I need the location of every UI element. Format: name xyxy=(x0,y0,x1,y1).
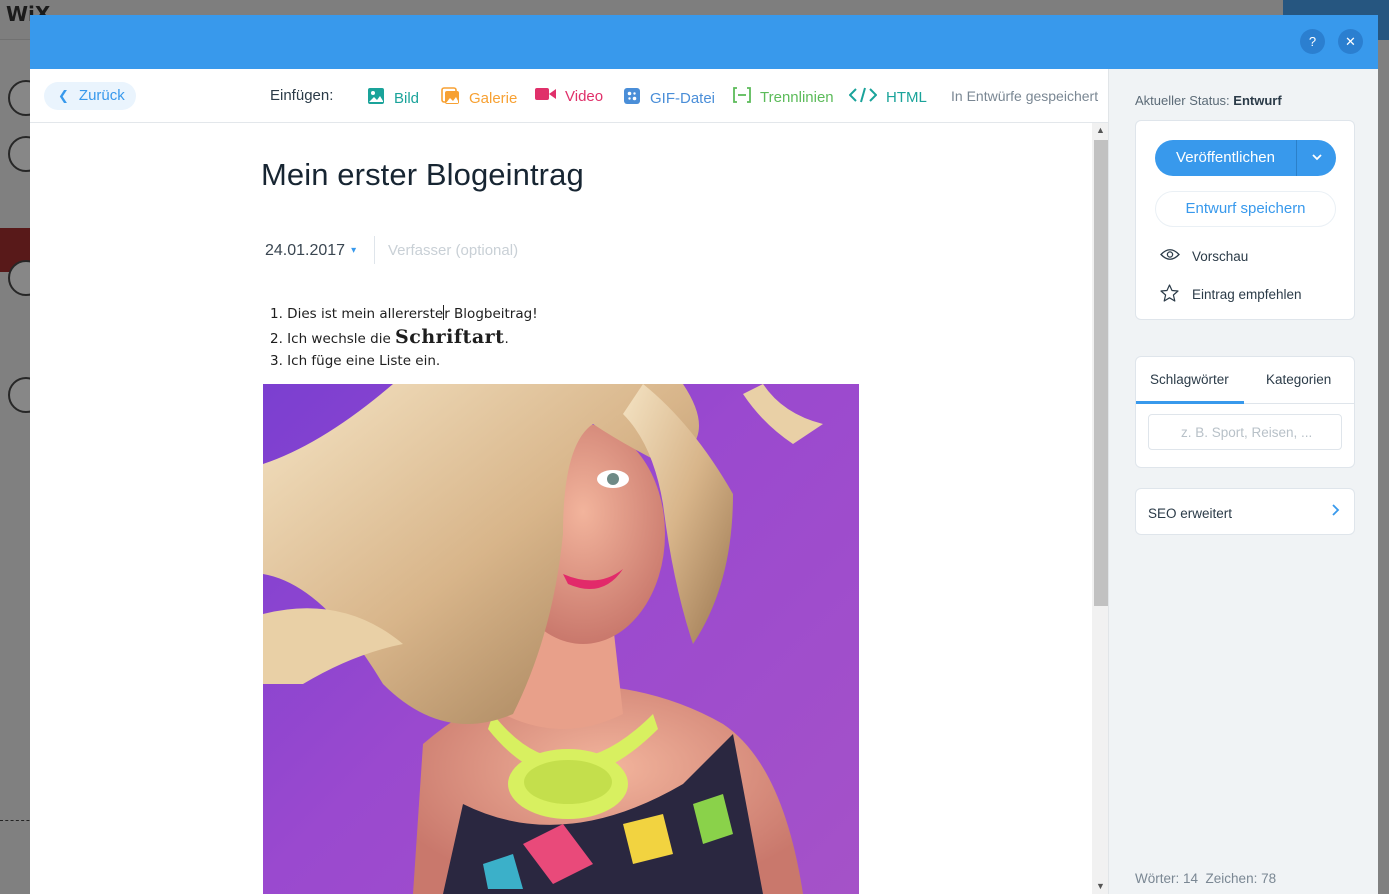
publish-button-group: Veröffentlichen xyxy=(1155,140,1336,176)
date-picker[interactable]: 24.01.2017 ▾ xyxy=(265,242,356,260)
insert-image-label: Bild xyxy=(394,89,420,107)
status-label: Aktueller Status: xyxy=(1135,93,1230,108)
insert-toolbar: ❮ Zurück Einfügen: Bild Galerie Video GIF… xyxy=(30,69,1108,123)
list-item-text: Ich füge eine Liste ein. xyxy=(287,353,441,369)
scrollbar-thumb[interactable] xyxy=(1094,140,1108,606)
post-image[interactable] xyxy=(263,384,859,894)
words-count: Wörter: 14 xyxy=(1135,871,1199,886)
status-value: Entwurf xyxy=(1233,93,1282,108)
post-status: Aktueller Status: Entwurf xyxy=(1135,93,1282,108)
code-icon xyxy=(848,87,878,107)
insert-divider-label: Trennlinien xyxy=(760,88,834,106)
list-item: 2. Ich wechsle die Schriftart. xyxy=(270,325,509,348)
star-icon xyxy=(1160,284,1192,305)
publish-button[interactable]: Veröffentlichen xyxy=(1155,140,1296,176)
insert-label: Einfügen: xyxy=(270,87,334,104)
preview-link[interactable]: Vorschau xyxy=(1160,248,1248,264)
preview-label: Vorschau xyxy=(1192,248,1249,264)
insert-video-button[interactable]: Video xyxy=(535,87,603,105)
meta-divider xyxy=(374,236,375,264)
taxonomy-card: Schlagwörter Kategorien xyxy=(1135,356,1355,468)
divider-icon xyxy=(733,87,751,107)
list-item: 1. Dies ist mein allererster Blogbeitrag… xyxy=(270,305,538,322)
post-title[interactable]: Mein erster Blogeintrag xyxy=(261,157,584,193)
gif-icon xyxy=(623,87,641,109)
eye-icon xyxy=(1160,248,1192,264)
chevron-down-icon xyxy=(1311,152,1322,164)
blog-post-editor-modal: ? ✕ ❮ Zurück Einfügen: Bild Galerie Video… xyxy=(30,15,1378,894)
insert-html-button[interactable]: HTML xyxy=(848,87,927,107)
taxonomy-tabs: Schlagwörter Kategorien xyxy=(1136,357,1354,404)
tab-tags[interactable]: Schlagwörter xyxy=(1150,372,1229,387)
list-item: 3. Ich füge eine Liste ein. xyxy=(270,353,441,369)
video-icon xyxy=(535,87,556,105)
seo-label: SEO erweitert xyxy=(1148,506,1233,521)
post-date: 24.01.2017 xyxy=(265,242,346,259)
list-item-text: Ich wechsle die xyxy=(287,330,396,347)
post-editor: Mein erster Blogeintrag 24.01.2017 ▾ 1. D… xyxy=(30,123,1092,894)
chevron-down-icon: ▾ xyxy=(351,245,357,257)
word-count: Wörter: 14 Zeichen: 78 xyxy=(1135,871,1276,886)
modal-header: ? ✕ xyxy=(30,15,1378,69)
decorative-font-text: Schriftart xyxy=(395,325,505,348)
author-input[interactable] xyxy=(388,233,688,267)
back-button[interactable]: ❮ Zurück xyxy=(44,82,136,110)
insert-gif-label: GIF-Datei xyxy=(650,89,716,107)
editor-scrollbar[interactable]: ▲ ▼ xyxy=(1092,123,1108,894)
publish-card: Veröffentlichen Entwurf speichern Vorsch… xyxy=(1135,120,1355,320)
list-item-text: Dies ist mein allererste xyxy=(287,306,444,322)
portrait-photo xyxy=(263,384,823,894)
image-icon xyxy=(367,87,385,109)
scroll-up-icon[interactable]: ▲ xyxy=(1096,125,1105,135)
insert-gallery-label: Galerie xyxy=(469,89,518,107)
seo-card[interactable]: SEO erweitert xyxy=(1135,488,1355,535)
publish-options-button[interactable] xyxy=(1297,140,1336,176)
list-item-text: . xyxy=(504,330,509,347)
save-draft-button[interactable]: Entwurf speichern xyxy=(1155,191,1336,227)
chevron-left-icon: ❮ xyxy=(58,88,69,103)
settings-panel: Aktueller Status: Entwurf Veröffentliche… xyxy=(1108,69,1378,894)
help-button[interactable]: ? xyxy=(1300,29,1325,54)
recommend-link[interactable]: Eintrag empfehlen xyxy=(1160,284,1302,305)
active-tab-indicator xyxy=(1136,401,1244,404)
tags-input[interactable] xyxy=(1148,414,1342,450)
insert-divider-button[interactable]: Trennlinien xyxy=(733,87,834,107)
back-label: Zurück xyxy=(78,87,125,104)
insert-gif-button[interactable]: GIF-Datei xyxy=(623,87,715,109)
insert-video-label: Video xyxy=(565,87,604,105)
chars-count: Zeichen: 78 xyxy=(1205,871,1277,886)
insert-gallery-button[interactable]: Galerie xyxy=(441,87,517,109)
scroll-down-icon[interactable]: ▼ xyxy=(1096,881,1105,891)
chevron-right-icon xyxy=(1332,503,1340,519)
insert-html-label: HTML xyxy=(886,88,927,106)
list-item-text: r Blogbeitrag! xyxy=(444,306,538,322)
insert-image-button[interactable]: Bild xyxy=(367,87,419,109)
recommend-label: Eintrag empfehlen xyxy=(1192,287,1302,302)
gallery-icon xyxy=(441,87,460,109)
saved-status: In Entwürfe gespeichert xyxy=(951,88,1099,104)
close-button[interactable]: ✕ xyxy=(1338,29,1363,54)
tab-categories[interactable]: Kategorien xyxy=(1266,372,1331,387)
post-body-list[interactable]: 1. Dies ist mein allererster Blogbeitrag… xyxy=(270,303,538,373)
